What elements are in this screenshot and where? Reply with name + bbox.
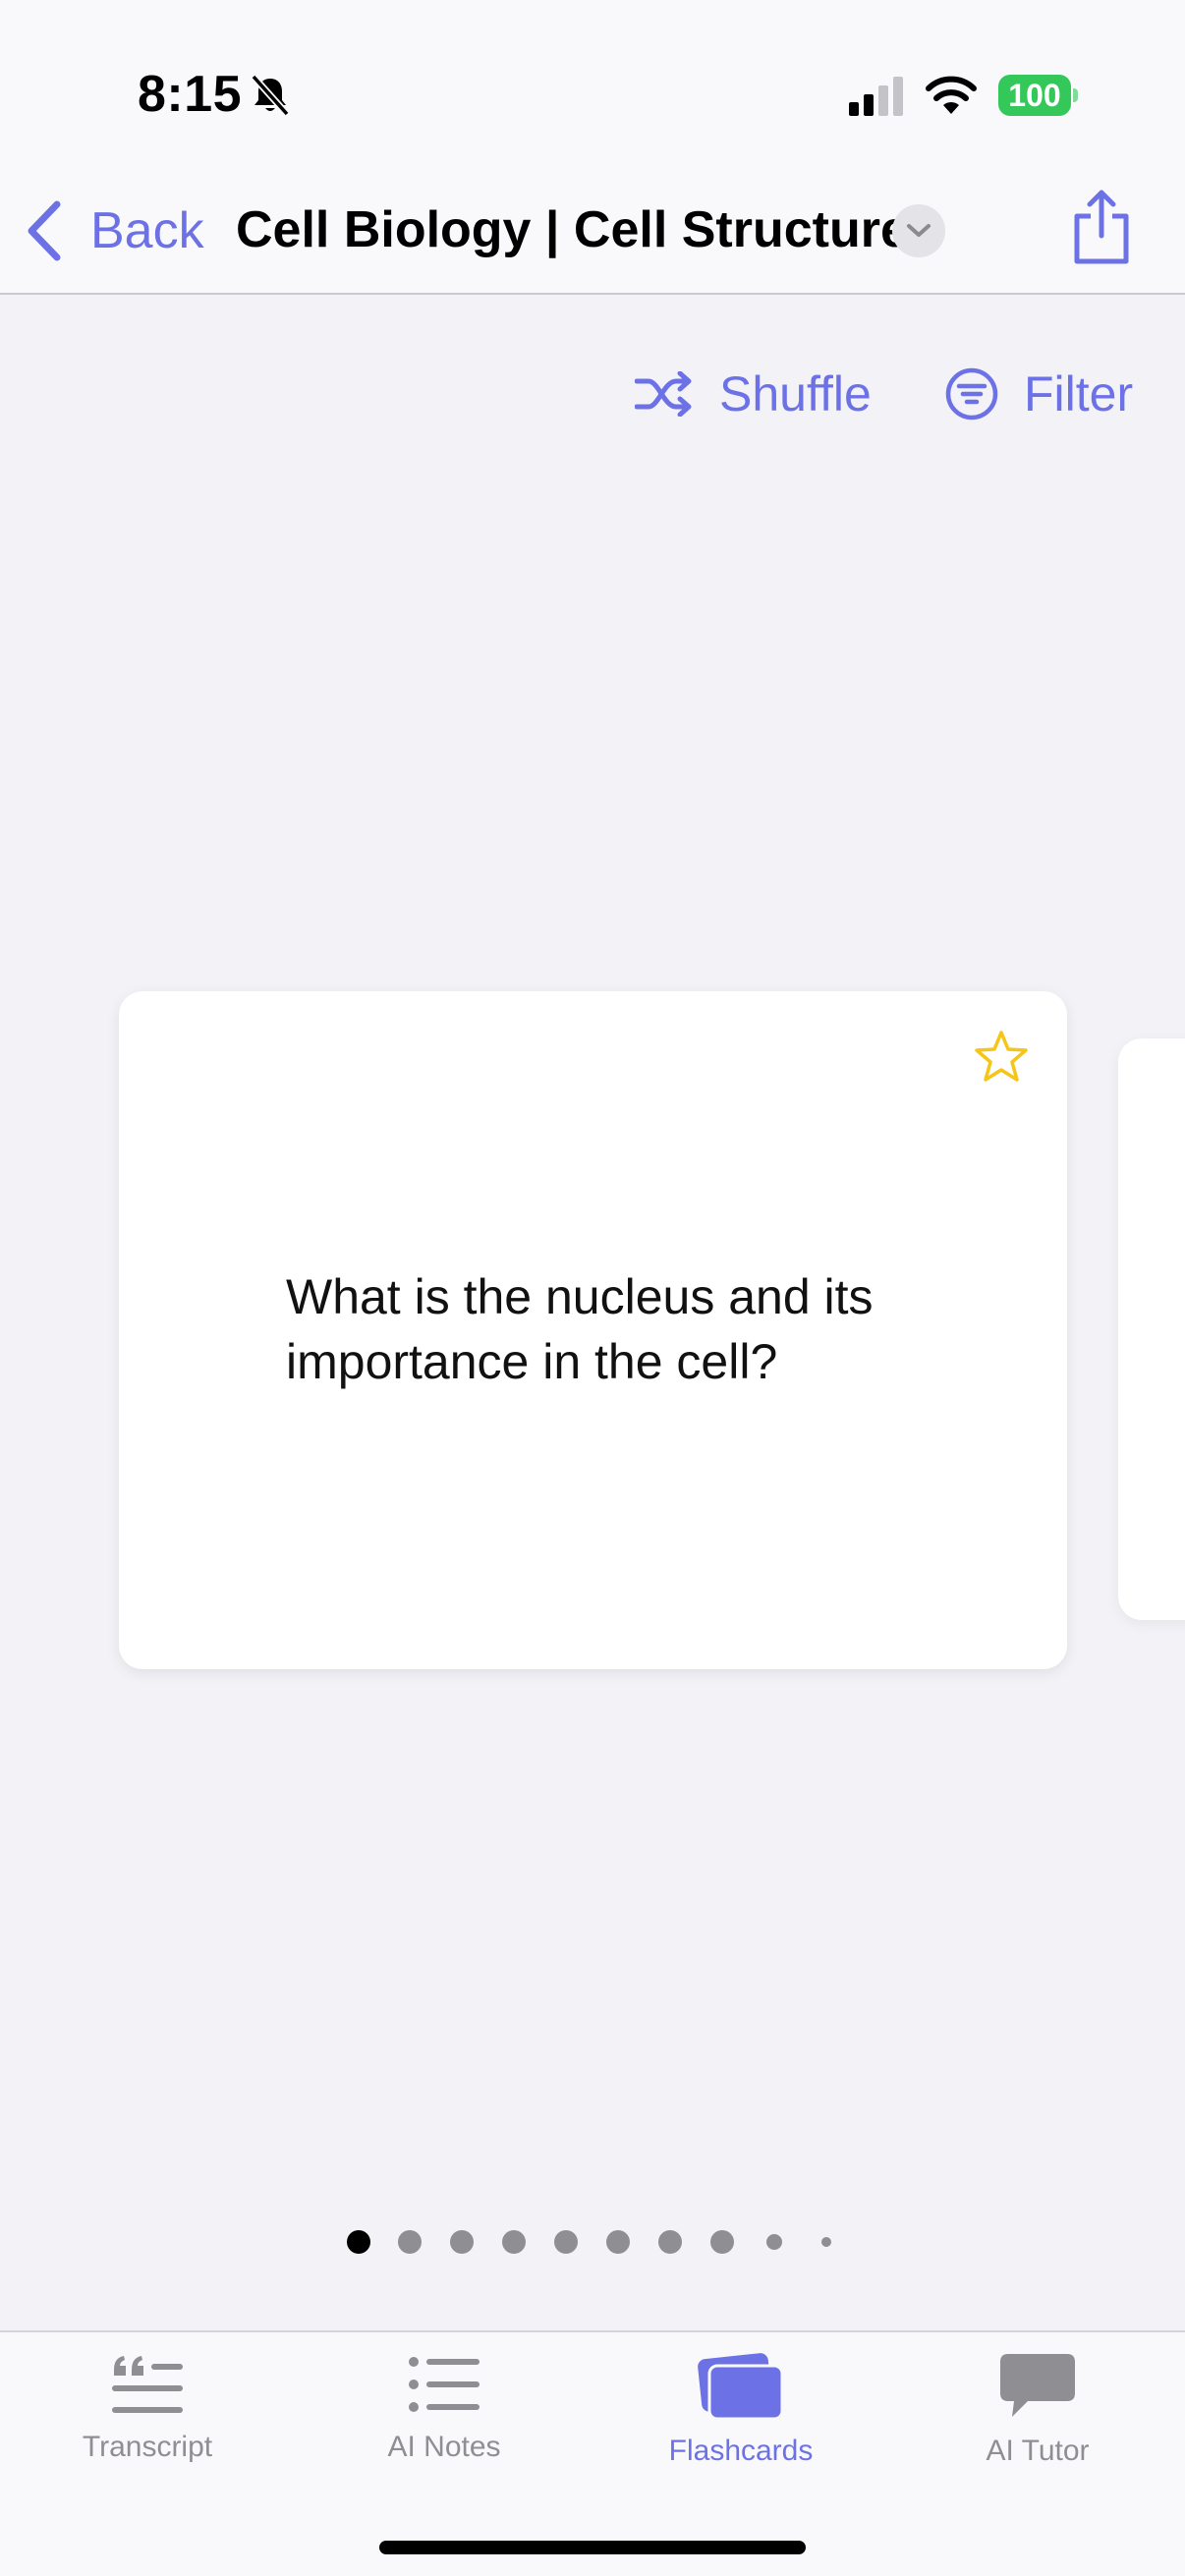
top-bar: 8:15 100 Back Cell Biology | Cell Struct… [0, 0, 1185, 295]
wifi-icon [926, 76, 977, 114]
battery-tip [1073, 88, 1078, 102]
battery-level: 100 [998, 75, 1071, 116]
page-indicator [0, 2230, 1185, 2260]
home-indicator [379, 2541, 806, 2554]
page-dot[interactable] [606, 2230, 630, 2254]
page-title: Cell Biology | Cell Structure [236, 201, 909, 258]
bell-slash-icon [251, 74, 290, 117]
quote-lines-icon [112, 2356, 183, 2413]
page-dot[interactable] [502, 2230, 526, 2254]
page-dot[interactable] [347, 2230, 370, 2254]
next-flashcard-peek[interactable] [1118, 1038, 1185, 1620]
page-dot[interactable] [821, 2237, 831, 2247]
status-time: 8:15 [138, 66, 243, 123]
chevron-down-icon [907, 224, 931, 237]
shuffle-icon [635, 371, 692, 417]
page-dot[interactable] [658, 2230, 682, 2254]
tab-label: AI Notes [387, 2431, 501, 2463]
flashcard-question: What is the nucleus and its importance i… [286, 1269, 874, 1389]
list-icon [409, 2357, 480, 2412]
battery-indicator: 100 [998, 75, 1078, 116]
tab-label: AI Tutor [986, 2435, 1090, 2467]
tab-ai-notes[interactable]: AI Notes [297, 2352, 592, 2499]
chevron-left-icon [28, 200, 61, 261]
tab-label: Transcript [82, 2431, 213, 2463]
page-dot[interactable] [398, 2230, 422, 2254]
tab-label: Flashcards [668, 2435, 814, 2467]
flashcard[interactable]: What is the nucleus and its importance i… [119, 991, 1067, 1669]
shuffle-label: Shuffle [719, 366, 872, 421]
cellular-signal-icon [849, 77, 903, 116]
star-icon[interactable] [973, 1029, 1030, 1086]
tab-bar: Transcript AI Notes Flashcards AI Tutor [0, 2330, 1185, 2576]
chat-bubble-icon [1000, 2354, 1075, 2417]
cards-icon [698, 2353, 784, 2421]
shuffle-button[interactable]: Shuffle [635, 364, 872, 424]
back-label: Back [90, 202, 204, 259]
page-dot[interactable] [710, 2230, 734, 2254]
page-dot[interactable] [766, 2234, 782, 2250]
filter-icon [945, 367, 998, 420]
page-dot[interactable] [450, 2230, 474, 2254]
tab-flashcards[interactable]: Flashcards [593, 2352, 888, 2499]
tab-ai-tutor[interactable]: AI Tutor [890, 2352, 1185, 2499]
share-icon[interactable] [1071, 189, 1132, 265]
title-dropdown-button[interactable] [892, 204, 945, 257]
back-button[interactable]: Back [24, 196, 204, 265]
filter-button[interactable]: Filter [945, 364, 1133, 424]
filter-label: Filter [1024, 366, 1134, 421]
tab-transcript[interactable]: Transcript [0, 2352, 295, 2499]
page-dot[interactable] [554, 2230, 578, 2254]
